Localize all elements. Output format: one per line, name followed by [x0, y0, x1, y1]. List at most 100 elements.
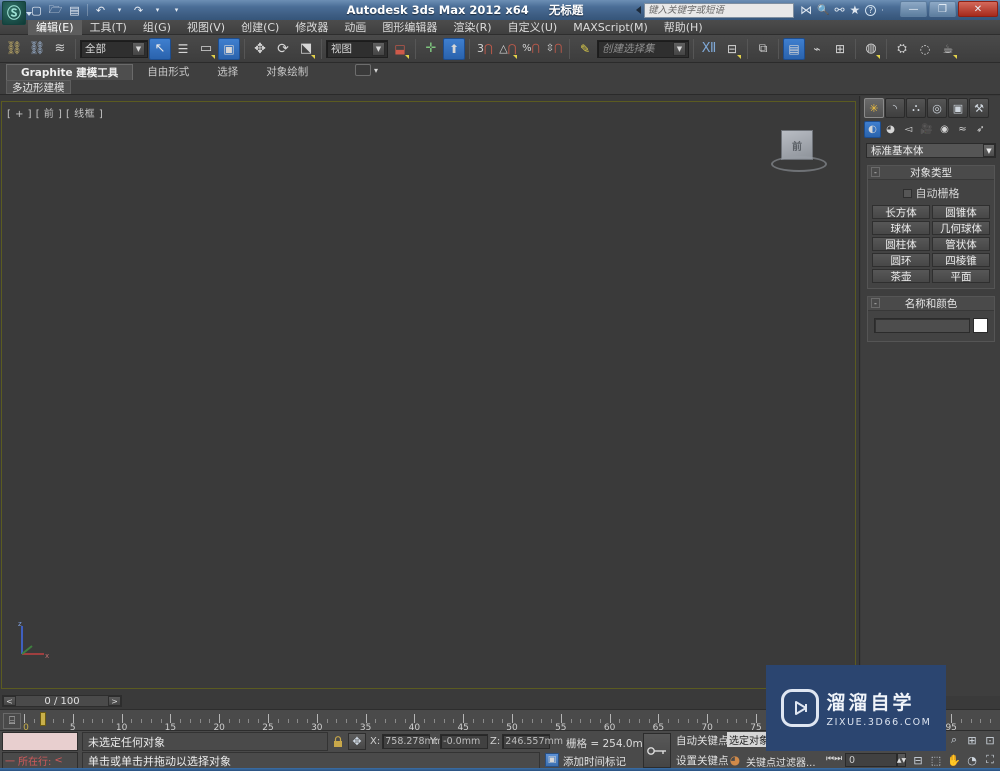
material-editor-button[interactable]: ◍: [860, 38, 882, 60]
next-frame-button[interactable]: >: [108, 696, 121, 706]
minimize-button[interactable]: —: [900, 1, 927, 17]
menu-item-3[interactable]: 视图(V): [179, 20, 233, 35]
percent-snap-toggle-button[interactable]: %⋂: [520, 38, 542, 60]
motion-tab[interactable]: ◎: [927, 98, 947, 118]
add-time-tag-icon[interactable]: ▣: [545, 753, 559, 767]
coordinate-y-input[interactable]: -0.0mm: [440, 734, 489, 749]
ribbon-tab-3[interactable]: 对象绘制: [252, 64, 322, 80]
coordinate-z-input[interactable]: 246.557mm: [502, 734, 563, 749]
select-object-button[interactable]: ↖: [149, 37, 171, 60]
frame-spinner-icon[interactable]: ▲▼: [897, 753, 906, 767]
pan-view-icon[interactable]: ✋: [946, 752, 962, 768]
reference-coordinate-dropdown[interactable]: 视图 ▼: [326, 39, 388, 58]
mirror-button[interactable]: Ⅻ: [698, 38, 720, 60]
hierarchy-tab[interactable]: ⛬: [906, 98, 926, 118]
chevron-down-icon-panel[interactable]: ▼: [983, 144, 995, 157]
select-link-button[interactable]: ⛓: [3, 38, 25, 60]
auto-key-button[interactable]: 自动关键点: [676, 733, 729, 748]
keyboard-shortcut-override-button[interactable]: ⬆: [443, 37, 465, 60]
selection-filter-dropdown[interactable]: 全部 ▼: [80, 39, 148, 58]
viewport-label[interactable]: [ + ] [ 前 ] [ 线框 ]: [7, 105, 103, 120]
key-mode-toggle-icon[interactable]: [643, 733, 671, 768]
edit-named-selection-sets-button[interactable]: ✎: [574, 38, 596, 60]
help-icon[interactable]: ?: [865, 4, 877, 16]
bind-to-space-warp-button[interactable]: ≋: [49, 38, 71, 60]
search-expand-icon[interactable]: [636, 6, 641, 14]
menu-item-2[interactable]: 组(G): [135, 20, 179, 35]
coordinate-x-input[interactable]: 758.278mm: [382, 734, 443, 749]
snaps-toggle-button[interactable]: 3⋂: [474, 38, 496, 60]
object-type-button-4[interactable]: 圆柱体: [872, 237, 930, 251]
object-type-button-8[interactable]: 茶壶: [872, 269, 930, 283]
time-slider[interactable]: < 0 / 100 >: [2, 695, 122, 707]
maxscript-mini-listener[interactable]: [2, 732, 78, 751]
selection-lock-toggle-icon[interactable]: [330, 733, 346, 750]
rollout-object-type-header[interactable]: - 对象类型: [868, 166, 994, 180]
undo-dropdown-icon[interactable]: ▾: [111, 2, 128, 18]
menu-item-10[interactable]: MAXScript(M): [565, 20, 656, 35]
zoom-extents-icon[interactable]: ⊡: [982, 732, 998, 748]
cameras-icon[interactable]: 🎥: [918, 121, 935, 138]
object-color-swatch[interactable]: [973, 318, 988, 333]
maxscript-arrow-icon[interactable]: <: [54, 755, 62, 766]
ribbon-tab-2[interactable]: 选择: [203, 64, 252, 80]
binoculars-icon[interactable]: ⋈: [800, 3, 812, 17]
add-time-tag-label[interactable]: 添加时间标记: [563, 754, 626, 769]
menu-item-11[interactable]: 帮助(H): [656, 20, 711, 35]
menu-item-1[interactable]: 工具(T): [82, 20, 135, 35]
open-file-icon[interactable]: 🗁: [47, 2, 64, 18]
helpers-icon[interactable]: ◉: [936, 121, 953, 138]
open-mini-curve-editor-icon[interactable]: ⌸: [3, 713, 21, 729]
unlink-selection-button[interactable]: ⛓: [26, 38, 48, 60]
chevron-down-icon-2[interactable]: ▼: [372, 41, 385, 56]
window-crossing-toggle-button[interactable]: ▣: [218, 37, 240, 60]
prev-frame-button[interactable]: <: [3, 696, 16, 706]
redo-icon[interactable]: ↷: [130, 2, 147, 18]
create-tab[interactable]: ✳: [864, 98, 884, 118]
object-type-button-3[interactable]: 几何球体: [932, 221, 990, 235]
favorites-icon[interactable]: ★: [850, 3, 861, 17]
view-cube[interactable]: 前: [771, 130, 827, 174]
menu-item-6[interactable]: 动画: [336, 20, 374, 35]
maximize-viewport-icon[interactable]: ⛶: [982, 752, 998, 768]
zoom-region-icon[interactable]: ⊟: [910, 752, 926, 768]
orbit-icon[interactable]: ◔: [964, 752, 980, 768]
use-center-flyout-button[interactable]: ⬓: [389, 38, 411, 60]
layer-manager-button[interactable]: ⧉: [752, 38, 774, 60]
chevron-down-icon-3[interactable]: ▼: [673, 41, 686, 56]
lights-icon[interactable]: ◅: [900, 121, 917, 138]
menu-item-8[interactable]: 渲染(R): [445, 20, 499, 35]
modify-tab[interactable]: ◝: [885, 98, 905, 118]
key-navigation-icon[interactable]: ⏮⏭: [826, 754, 842, 764]
object-type-button-5[interactable]: 管状体: [932, 237, 990, 251]
rollout-collapse-icon[interactable]: -: [871, 167, 880, 177]
select-and-manipulate-button[interactable]: ✛: [420, 38, 442, 60]
object-type-button-7[interactable]: 四棱锥: [932, 253, 990, 267]
utilities-tab[interactable]: ⚒: [969, 98, 989, 118]
menu-item-4[interactable]: 创建(C): [233, 20, 287, 35]
geometry-icon[interactable]: ◐: [864, 121, 881, 138]
playhead-handle[interactable]: [40, 712, 46, 726]
ribbon-tab-0[interactable]: Graphite 建模工具: [6, 64, 134, 80]
transform-type-in-toggle-icon[interactable]: ✥: [348, 733, 366, 750]
autogrid-checkbox[interactable]: [902, 188, 912, 198]
render-production-button[interactable]: ☕: [937, 38, 959, 60]
zoom-icon[interactable]: ⌕: [946, 732, 962, 748]
shapes-icon[interactable]: ◕: [882, 121, 899, 138]
object-type-button-6[interactable]: 圆环: [872, 253, 930, 267]
ribbon-subtab-polygon-modeling[interactable]: 多边形建模: [6, 80, 71, 94]
angle-snap-toggle-button[interactable]: △⋂: [497, 38, 519, 60]
field-of-view-icon[interactable]: ⬚: [928, 752, 944, 768]
graphite-modeling-toolbar-button[interactable]: ▤: [783, 37, 805, 60]
ribbon-dropdown-icon[interactable]: ▾: [374, 66, 378, 75]
object-type-button-1[interactable]: 圆锥体: [932, 205, 990, 219]
maximize-button[interactable]: ❐: [929, 1, 956, 17]
display-tab[interactable]: ▣: [948, 98, 968, 118]
select-and-rotate-button[interactable]: ⟳: [272, 38, 294, 60]
help-dropdown-icon[interactable]: ·: [881, 6, 884, 15]
save-file-icon[interactable]: ▤: [66, 2, 83, 18]
menu-item-5[interactable]: 修改器: [287, 20, 336, 35]
spinner-snap-toggle-button[interactable]: ⇳⋂: [543, 38, 565, 60]
menu-item-9[interactable]: 自定义(U): [500, 20, 566, 35]
space-warps-icon[interactable]: ≈: [954, 121, 971, 138]
